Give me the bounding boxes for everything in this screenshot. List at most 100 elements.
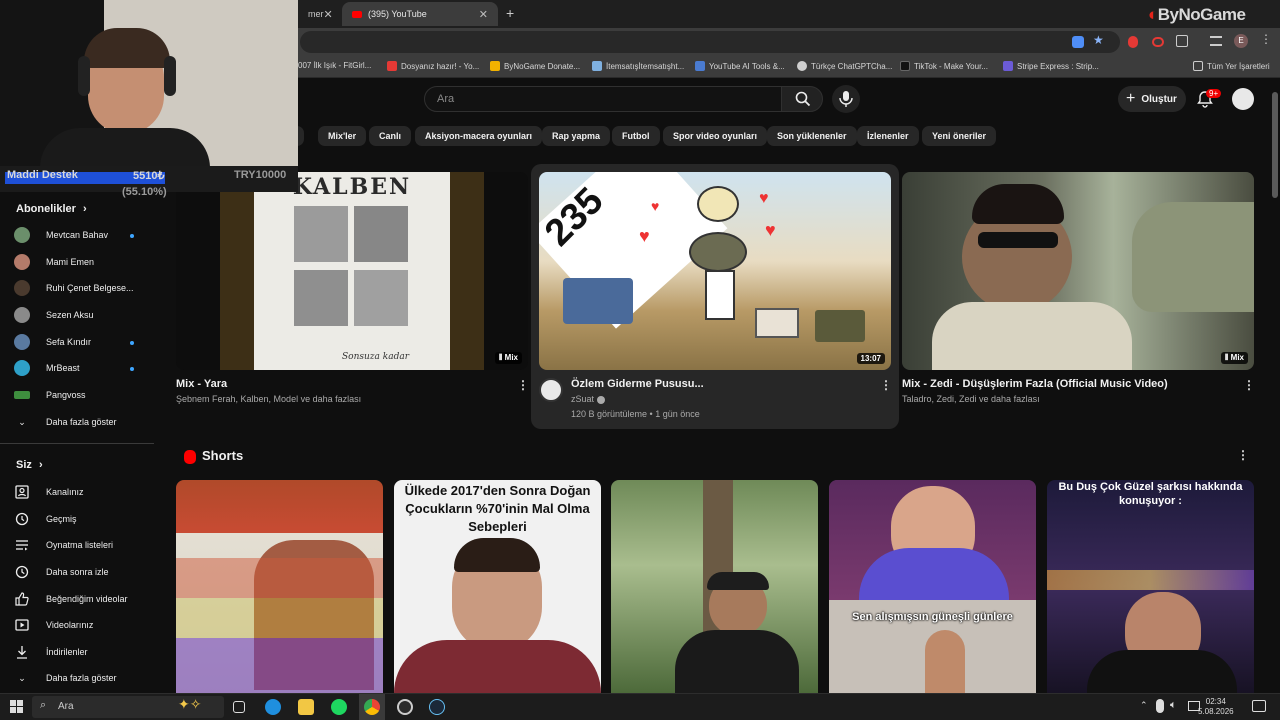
chrome-icon[interactable] xyxy=(364,699,380,715)
close-tab-icon[interactable]: ✕ xyxy=(479,8,488,21)
create-button[interactable]: + Oluştur xyxy=(1118,86,1186,112)
video-title[interactable]: Mix - Yara xyxy=(176,378,227,390)
short-thumbnail[interactable] xyxy=(176,480,383,693)
you-heading[interactable]: Siz › xyxy=(16,459,43,471)
obs-icon[interactable] xyxy=(397,699,413,715)
taskbar-search-input[interactable]: ⌕ Ara ✦✧ xyxy=(32,696,224,718)
bookmark-star-icon[interactable]: ★ xyxy=(1093,33,1104,47)
sidebar-subscription-sezen-aksu[interactable]: Sezen Aksu xyxy=(14,305,94,325)
chip-watched[interactable]: İzlenenler xyxy=(857,126,919,146)
spotify-icon[interactable] xyxy=(331,699,347,715)
sidebar-item-watch-later[interactable]: Daha sonra izle xyxy=(14,562,109,582)
volume-icon[interactable]: 🔈︎ xyxy=(1170,699,1177,712)
chip-recently-uploaded[interactable]: Son yüklenenler xyxy=(767,126,857,146)
sidebar-item-downloads[interactable]: İndirilenler xyxy=(14,642,88,662)
channel-avatar xyxy=(14,227,30,243)
video-menu-icon[interactable]: ⋮ xyxy=(1243,378,1255,392)
chip-mixes[interactable]: Mix'ler xyxy=(318,126,367,146)
sidebar-item-history[interactable]: Geçmiş xyxy=(14,509,77,529)
heart-icon: ♥ xyxy=(639,226,650,246)
chip-action-adventure[interactable]: Aksiyon-macera oyunları xyxy=(415,126,543,146)
windows-start-icon[interactable] xyxy=(10,700,24,714)
video-channels[interactable]: Şebnem Ferah, Kalben, Model ve daha fazl… xyxy=(176,394,361,404)
bookmark-item[interactable]: Türkçe ChatGPTCha... xyxy=(797,61,892,71)
bookmark-item[interactable]: ByNoGame Donate... xyxy=(490,61,580,71)
sidebar-item-liked-videos[interactable]: Beğendiğim videolar xyxy=(14,589,128,609)
task-view-icon[interactable] xyxy=(233,701,245,713)
extensions-puzzle-icon[interactable] xyxy=(1176,35,1188,47)
chip-new-to-you[interactable]: Yeni öneriler xyxy=(922,126,997,146)
sidebar-item-your-videos[interactable]: Videolarınız xyxy=(14,615,93,635)
bookmark-item[interactable]: Dosyanız hazır! - Yo... xyxy=(387,61,479,71)
chip-rap[interactable]: Rap yapma xyxy=(542,126,611,146)
page-scrollbar-thumb[interactable] xyxy=(1272,92,1278,198)
channel-avatar[interactable] xyxy=(539,378,563,402)
steam-icon[interactable] xyxy=(429,699,445,715)
tab-youtube[interactable]: (395) YouTube ✕ xyxy=(342,2,498,26)
short-thumbnail[interactable]: Bu Duş Çok Güzel şarkısı hakkında konuşu… xyxy=(1047,480,1254,693)
sidebar-subscription-sefa-kindir[interactable]: Sefa Kındır xyxy=(14,332,91,352)
extension-record-icon[interactable] xyxy=(1152,37,1164,47)
sidebar-subscription-mrbeast[interactable]: MrBeast xyxy=(14,358,80,378)
close-tab-icon[interactable]: ✕ xyxy=(324,8,333,21)
video-menu-icon[interactable]: ⋮ xyxy=(880,378,892,392)
shorts-menu-icon[interactable]: ⋮ xyxy=(1237,448,1249,462)
taskbar-clock[interactable]: 02:34 5.08.2026 xyxy=(1198,697,1234,717)
sidebar-item-your-channel[interactable]: Kanalınız xyxy=(14,482,84,502)
search-input[interactable]: Ara xyxy=(424,86,782,112)
short-thumbnail[interactable]: Ülkede 2017'den Sonra Doğan Çocukların %… xyxy=(394,480,601,693)
bookmark-item[interactable]: 007 İlk Işık - FitGirl... xyxy=(298,61,371,70)
file-explorer-icon[interactable] xyxy=(298,699,314,715)
edge-icon[interactable] xyxy=(265,699,281,715)
video-menu-icon[interactable]: ⋮ xyxy=(517,378,529,392)
chrome-menu-icon[interactable]: ⋮ xyxy=(1260,32,1272,46)
chip-football[interactable]: Futbol xyxy=(612,126,660,146)
supply-crate xyxy=(563,278,633,324)
omnibox[interactable] xyxy=(300,31,1120,53)
portrait-photo xyxy=(294,206,348,262)
bookmark-item[interactable]: TikTok - Make Your... xyxy=(900,61,988,71)
new-content-dot xyxy=(130,341,134,345)
channel-name: Mevtcan Bahav xyxy=(46,230,109,240)
bookmark-item[interactable]: Stripe Express : Strip... xyxy=(1003,61,1099,71)
sidebar-show-more-subscriptions[interactable]: ⌄ Daha fazla göster xyxy=(14,412,116,432)
system-tray-chevron-icon[interactable]: ⌃ xyxy=(1140,700,1148,711)
video-thumbnail[interactable]: KALBEN Sonsuza kadar ⦀ Mix xyxy=(176,172,528,370)
voice-search-button[interactable] xyxy=(832,85,860,113)
sidebar-subscription-mevtcan[interactable]: Mevtcan Bahav xyxy=(14,225,108,245)
sidebar-subscription-pangvoss[interactable]: Pangvoss xyxy=(14,385,86,405)
sidebar-item-playlists[interactable]: Oynatma listeleri xyxy=(14,535,113,555)
translate-icon[interactable] xyxy=(1072,36,1084,48)
reading-list-icon[interactable] xyxy=(1210,36,1222,46)
account-avatar[interactable] xyxy=(1232,88,1254,110)
short-thumbnail[interactable] xyxy=(611,480,818,693)
new-tab-button[interactable]: + xyxy=(506,5,514,21)
chip-live[interactable]: Canlı xyxy=(369,126,412,146)
short-thumbnail[interactable]: Sen alışmışsın güneşli günlere xyxy=(829,480,1036,693)
channel-avatar xyxy=(14,280,30,296)
bookmark-item[interactable]: İtemsatışİtemsatışht... xyxy=(592,61,684,71)
video-thumbnail[interactable]: 235 ♥ ♥ ♥ ♥ 13:07 xyxy=(539,172,891,370)
subscriptions-heading[interactable]: Abonelikler › xyxy=(16,203,87,215)
profile-avatar-icon[interactable]: E xyxy=(1234,34,1248,48)
video-channels[interactable]: Taladro, Zedi, Zedi ve daha fazlası xyxy=(902,394,1040,404)
sidebar-subscription-mami-emen[interactable]: Mami Emen xyxy=(14,252,94,272)
video-title[interactable]: Mix - Zedi - Düşüşlerim Fazla (Official … xyxy=(902,378,1168,390)
sidebar-subscription-ruhi-cenet[interactable]: Ruhi Çenet Belgese... xyxy=(14,278,134,298)
tab-previous[interactable]: mer ✕ xyxy=(298,2,340,26)
heart-icon: ♥ xyxy=(651,198,660,214)
notification-center-icon[interactable] xyxy=(1252,700,1266,712)
plus-icon: + xyxy=(1126,90,1136,107)
all-bookmarks-button[interactable]: Tüm Yer İşaretleri xyxy=(1193,61,1270,71)
video-thumbnail[interactable]: ⦀ Mix xyxy=(902,172,1254,370)
bookmark-item[interactable]: YouTube AI Tools &... xyxy=(695,61,785,71)
search-button[interactable] xyxy=(781,86,823,112)
extension-red-icon[interactable] xyxy=(1128,36,1138,48)
portrait-photo xyxy=(354,270,408,326)
heart-icon: ♥ xyxy=(765,220,776,240)
sidebar-show-more-you[interactable]: ⌄ Daha fazla göster xyxy=(14,668,116,688)
video-channel-name[interactable]: zSuat xyxy=(571,394,605,404)
chip-sports-games[interactable]: Spor video oyunları xyxy=(663,126,768,146)
video-title[interactable]: Özlem Giderme Pususu... xyxy=(571,378,704,390)
microphone-tray-icon[interactable] xyxy=(1156,699,1164,713)
